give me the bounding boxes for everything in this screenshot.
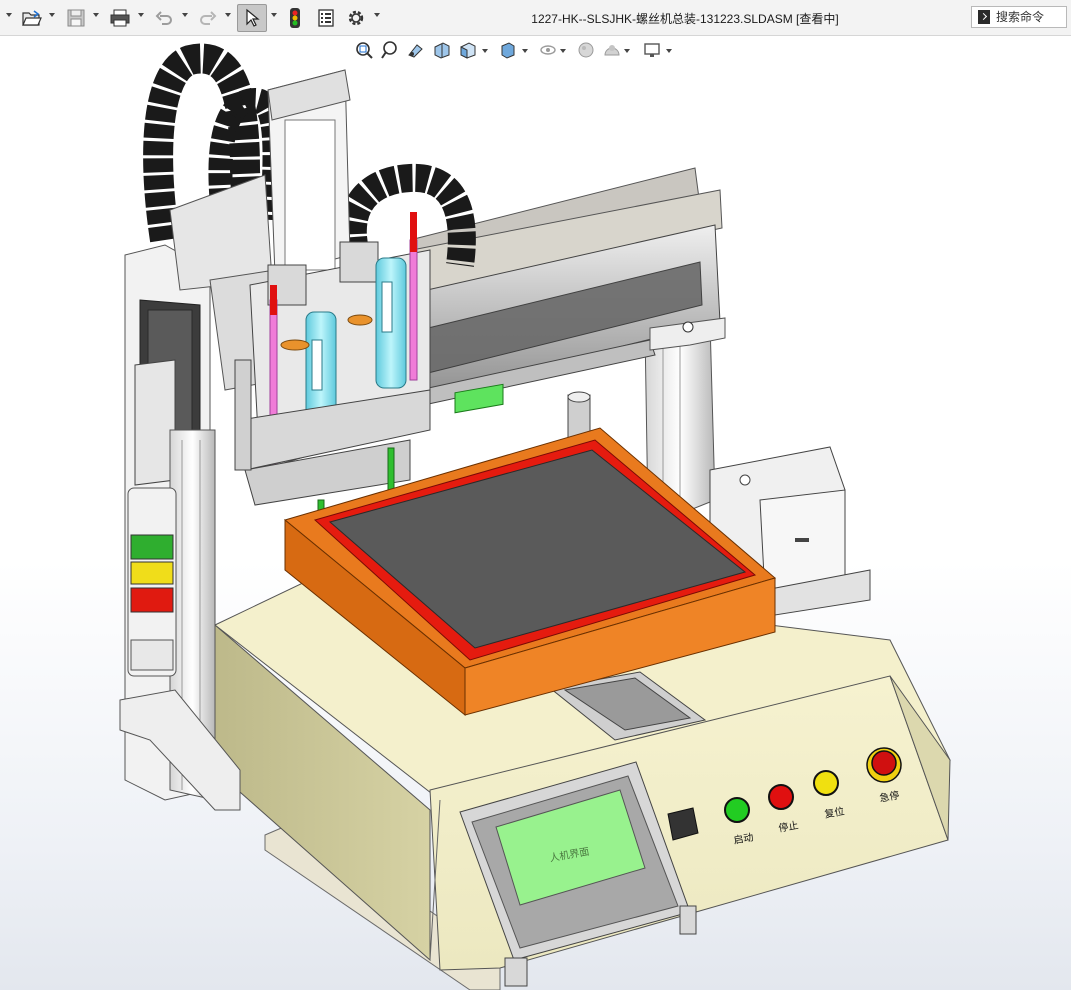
- search-input[interactable]: [996, 10, 1066, 24]
- open-caret[interactable]: [49, 13, 55, 17]
- print-caret[interactable]: [138, 13, 144, 17]
- open-folder-icon: [22, 10, 42, 26]
- section-view-icon: [434, 42, 450, 59]
- undo-icon: [155, 11, 172, 25]
- previous-view-button[interactable]: [406, 40, 428, 64]
- assembly-model[interactable]: 人机界面 启动 停止 复位 急停: [0, 37, 1071, 990]
- undo-caret[interactable]: [182, 13, 188, 17]
- zoom-to-fit-button[interactable]: [354, 40, 376, 64]
- edit-appearance-button[interactable]: [576, 40, 598, 64]
- traffic-light-icon: [290, 8, 300, 28]
- search-commands-box[interactable]: [971, 6, 1067, 28]
- view-orientation-icon: [460, 42, 476, 59]
- display-style-caret[interactable]: [522, 49, 528, 53]
- view-orientation-button[interactable]: [458, 40, 480, 64]
- print-button[interactable]: [107, 5, 133, 31]
- command-prompt-icon: [978, 10, 990, 24]
- hide-show-items-icon: [540, 45, 556, 55]
- heads-up-view-toolbar: [352, 40, 692, 66]
- document-title: 1227-HK--SLSJHK-螺丝机总装-131223.SLDASM [查看中…: [531, 12, 839, 26]
- select-caret[interactable]: [271, 13, 277, 17]
- redo-caret[interactable]: [225, 13, 231, 17]
- apply-scene-icon: [604, 45, 620, 56]
- view-settings-button[interactable]: [642, 40, 664, 64]
- edit-appearance-icon: [578, 42, 594, 58]
- menu-caret[interactable]: [6, 13, 12, 17]
- command-bar: 1227-HK--SLSJHK-螺丝机总装-131223.SLDASM [查看中…: [0, 0, 1071, 36]
- file-properties-button[interactable]: [314, 5, 338, 31]
- display-style-icon: [501, 42, 515, 59]
- view-settings-icon: [644, 43, 660, 57]
- save-caret[interactable]: [93, 13, 99, 17]
- save-icon: [67, 9, 85, 27]
- section-view-button[interactable]: [432, 40, 454, 64]
- apply-scene-button[interactable]: [602, 40, 624, 64]
- previous-view-icon: [408, 44, 423, 58]
- print-icon: [110, 9, 130, 27]
- select-arrow-icon: [246, 8, 260, 27]
- graphics-area[interactable]: 人机界面 启动 停止 复位 急停: [0, 37, 1071, 990]
- file-properties-icon: [318, 9, 334, 27]
- select-button[interactable]: [237, 4, 267, 32]
- hide-show-caret[interactable]: [560, 49, 566, 53]
- apply-scene-caret[interactable]: [624, 49, 630, 53]
- save-button[interactable]: [64, 5, 88, 31]
- open-button[interactable]: [20, 5, 44, 31]
- view-settings-caret[interactable]: [666, 49, 672, 53]
- redo-button[interactable]: [196, 5, 220, 31]
- zoom-to-area-button[interactable]: [380, 40, 402, 64]
- options-caret[interactable]: [374, 13, 380, 17]
- redo-icon: [200, 11, 217, 25]
- undo-button[interactable]: [152, 5, 176, 31]
- rebuild-button[interactable]: [284, 5, 306, 31]
- zoom-to-area-icon: [381, 41, 397, 59]
- display-style-button[interactable]: [498, 40, 520, 64]
- hide-show-items-button[interactable]: [538, 40, 560, 64]
- options-button[interactable]: [344, 5, 368, 31]
- zoom-to-fit-icon: [356, 42, 373, 59]
- view-orientation-caret[interactable]: [482, 49, 488, 53]
- gear-icon: [348, 10, 364, 26]
- tower-light: [127, 487, 177, 677]
